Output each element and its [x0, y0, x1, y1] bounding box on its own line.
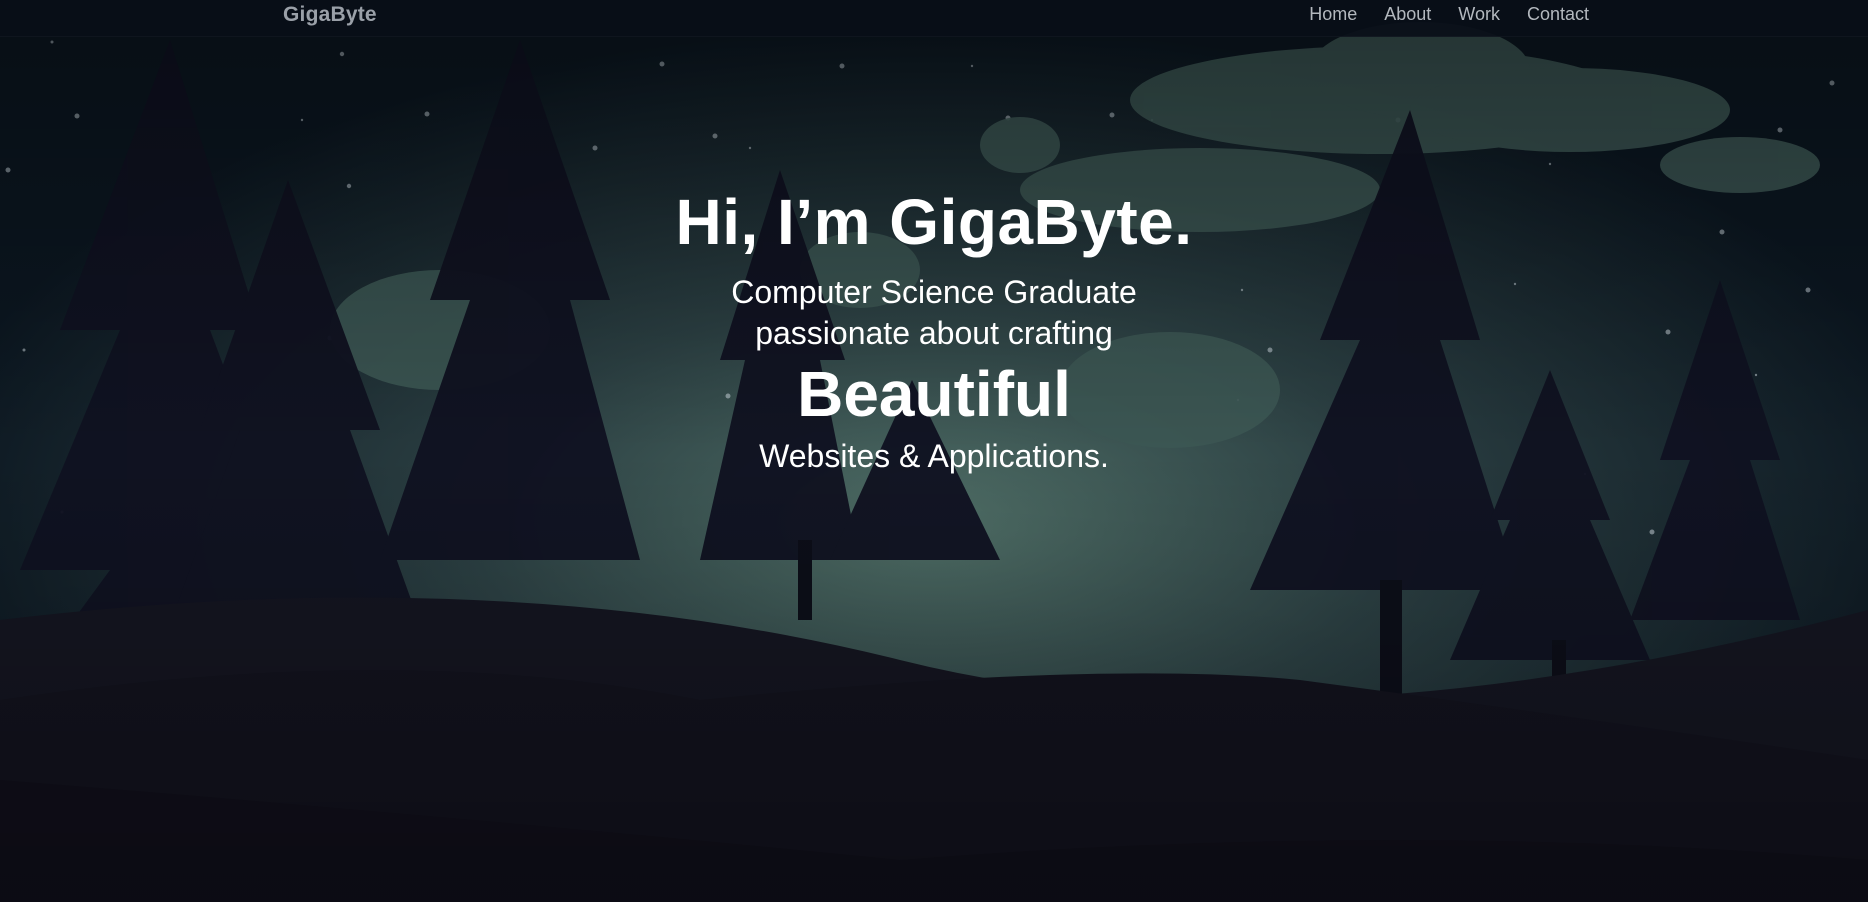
nav-home-link[interactable]: Home — [1309, 4, 1357, 25]
brand-logo[interactable]: GigaByte — [283, 3, 377, 27]
hero-subtitle-line2: passionate about crafting — [755, 315, 1113, 351]
hero-subtitle: Computer Science Graduate passionate abo… — [0, 272, 1868, 354]
hero-highlight-word: Beautiful — [797, 358, 1071, 430]
hero-section: Hi, I’m GigaByte. Computer Science Gradu… — [0, 180, 1868, 478]
hero-title: Hi, I’m GigaByte. — [675, 186, 1193, 258]
hero-subtitle-line1: Computer Science Graduate — [731, 274, 1137, 310]
nav-about-link[interactable]: About — [1384, 4, 1431, 25]
hero-tagline: Websites & Applications. — [759, 438, 1109, 474]
top-navbar: GigaByte Home About Work Contact — [0, 0, 1868, 37]
nav-work-link[interactable]: Work — [1458, 4, 1500, 25]
portfolio-page: GigaByte Home About Work Contact Hi, I’m… — [0, 0, 1868, 902]
nav-contact-link[interactable]: Contact — [1527, 4, 1589, 25]
nav-links: Home About Work Contact — [1309, 4, 1589, 25]
